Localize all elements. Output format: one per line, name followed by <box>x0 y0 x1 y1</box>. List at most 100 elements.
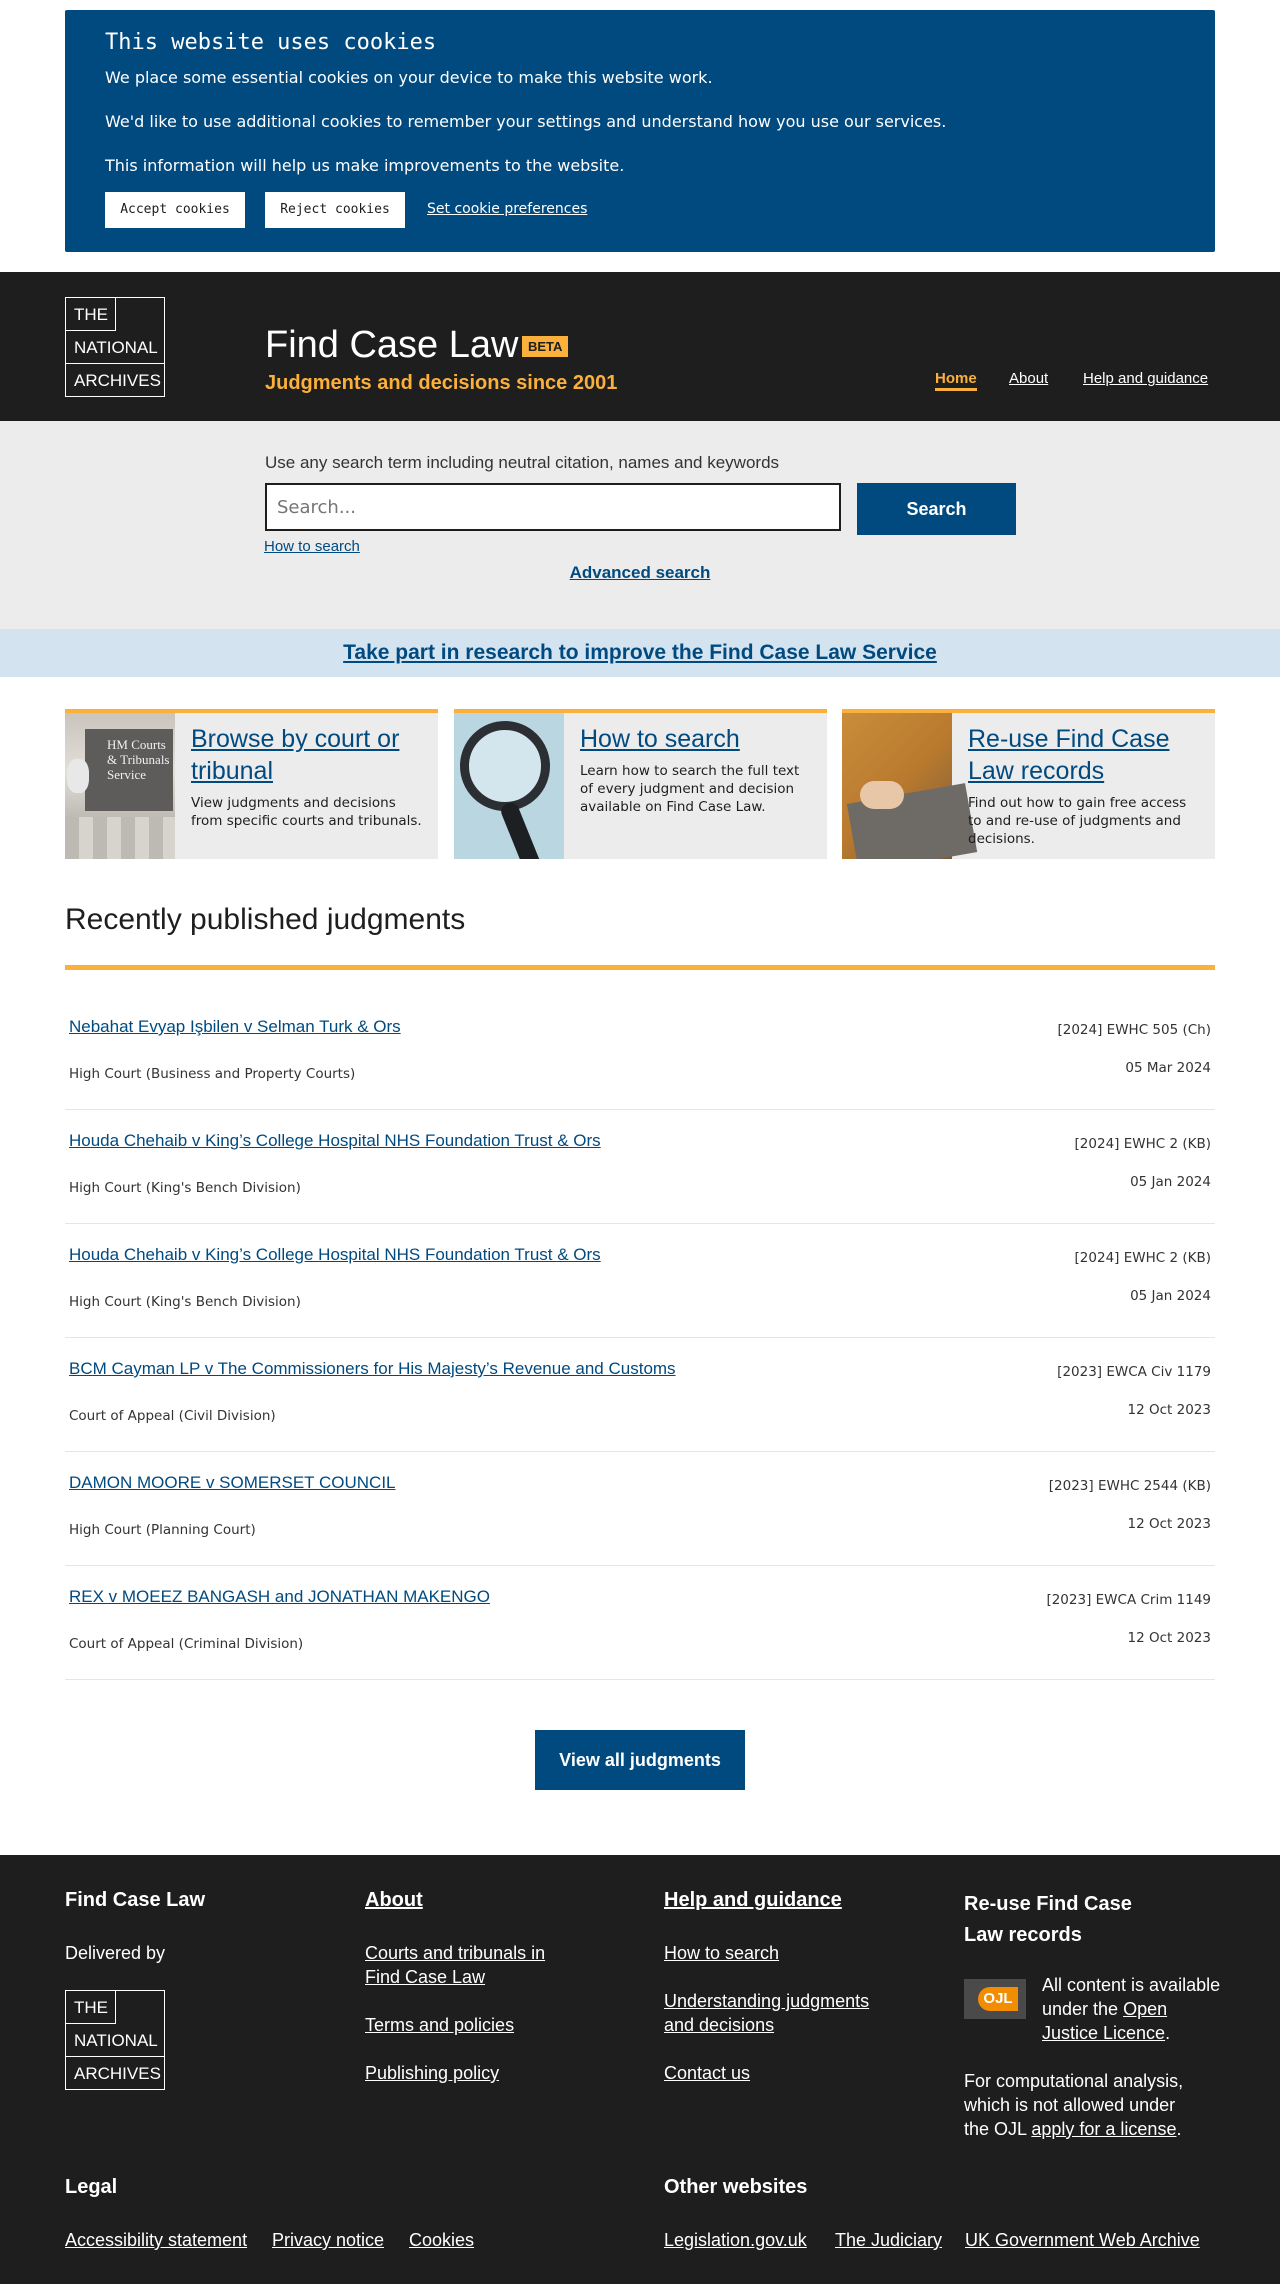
footer-heading-other-websites: Other websites <box>664 2176 808 2198</box>
card-title-browse[interactable]: Browse by court or tribunal <box>191 723 421 787</box>
footer-heading-legal: Legal <box>65 2176 118 2198</box>
laptop-typing-image <box>842 713 978 859</box>
logo-line-the: THE <box>66 1991 116 2024</box>
judgment-date: 05 Jan 2024 <box>1130 1174 1211 1190</box>
building-facade <box>65 817 175 859</box>
footer-terms-policies-link[interactable]: Terms and policies <box>365 2013 514 2037</box>
footer-ojl-text: All content is available under the Open … <box>1042 1973 1222 2045</box>
footer-heading-help: Help and guidance <box>664 1889 842 1912</box>
card-reuse-records: Re-use Find Case Law records Find out ho… <box>842 709 1215 859</box>
judgment-court: High Court (Planning Court) <box>69 1522 256 1538</box>
judgment-row: Nebahat Evyap Işbilen v Selman Turk & Or… <box>65 996 1215 1110</box>
footer-understanding-judgments-link[interactable]: Understanding judgments and decisions <box>664 1989 884 2037</box>
judgment-citation: [2024] EWHC 505 (Ch) <box>1057 1022 1211 1038</box>
logo-line-archives: ARCHIVES <box>74 2064 161 2083</box>
search-section: Use any search term including neutral ci… <box>0 421 1280 629</box>
judgment-link[interactable]: REX v MOEEZ BANGASH and JONATHAN MAKENGO <box>69 1587 490 1607</box>
judgment-date: 12 Oct 2023 <box>1127 1402 1211 1418</box>
search-hint: Use any search term including neutral ci… <box>265 453 780 472</box>
judgment-citation: [2023] EWCA Civ 1179 <box>1057 1364 1211 1380</box>
site-header: THE NATIONAL ARCHIVES Find Case Law BETA… <box>0 272 1280 421</box>
card-desc-how-to-search: Learn how to search the full text of eve… <box>580 763 800 815</box>
judgment-link[interactable]: BCM Cayman LP v The Commissioners for Hi… <box>69 1359 676 1379</box>
courts-tribunals-image: HM Courts & Tribunals Service <box>65 713 175 859</box>
cookies-link[interactable]: Cookies <box>409 2228 474 2252</box>
accept-cookies-button[interactable]: Accept cookies <box>105 192 245 228</box>
judgment-citation: [2024] EWHC 2 (KB) <box>1074 1136 1211 1152</box>
cookie-text-additional: We'd like to use additional cookies to r… <box>105 112 947 131</box>
judgment-row: REX v MOEEZ BANGASH and JONATHAN MAKENGO… <box>65 1566 1215 1680</box>
judgment-citation: [2023] EWHC 2544 (KB) <box>1048 1478 1211 1494</box>
footer-contact-us-link[interactable]: Contact us <box>664 2061 750 2085</box>
footer-publishing-policy-link[interactable]: Publishing policy <box>365 2061 499 2085</box>
footer-heading-about: About <box>365 1889 423 1912</box>
computational-text-after: . <box>1176 2119 1182 2139</box>
national-archives-logo[interactable]: THE NATIONAL ARCHIVES <box>65 297 165 397</box>
royal-crest-icon <box>67 759 89 793</box>
ojl-logo-icon: OJL <box>964 1979 1026 2019</box>
magnifier-lens <box>460 721 550 811</box>
beta-badge: BETA <box>522 336 569 357</box>
view-all-judgments-button[interactable]: View all judgments <box>535 1730 745 1790</box>
search-input[interactable] <box>265 483 841 531</box>
judgment-citation: [2023] EWCA Crim 1149 <box>1046 1592 1211 1608</box>
judgment-date: 05 Mar 2024 <box>1125 1060 1211 1076</box>
logo-line-national: NATIONAL <box>66 331 164 364</box>
card-title-reuse[interactable]: Re-use Find Case Law records <box>968 723 1198 787</box>
judgment-row: Houda Chehaib v King’s College Hospital … <box>65 1224 1215 1338</box>
ojl-badge: OJL <box>978 1987 1018 2011</box>
advanced-search-link[interactable]: Advanced search <box>570 563 711 582</box>
apply-license-link[interactable]: apply for a license <box>1031 2119 1176 2139</box>
privacy-notice-link[interactable]: Privacy notice <box>272 2228 384 2252</box>
advanced-search-container: Advanced search <box>0 563 1280 583</box>
cookie-banner: This website uses cookies We place some … <box>65 10 1215 252</box>
footer-national-archives-logo[interactable]: THE NATIONAL ARCHIVES <box>65 1990 165 2090</box>
judgment-court: Court of Appeal (Civil Division) <box>69 1408 276 1424</box>
judgment-citation: [2024] EWHC 2 (KB) <box>1074 1250 1211 1266</box>
nav-help-guidance[interactable]: Help and guidance <box>1083 370 1208 387</box>
site-footer: Find Case Law Delivered by THE NATIONAL … <box>0 1855 1280 2284</box>
footer-help-link[interactable]: Help and guidance <box>664 1889 842 1911</box>
footer-courts-tribunals-link[interactable]: Courts and tribunals in Find Case Law <box>365 1941 555 1989</box>
footer-how-to-search-link[interactable]: How to search <box>664 1941 779 1965</box>
footer-about-link[interactable]: About <box>365 1889 423 1911</box>
logo-line-national: NATIONAL <box>66 2024 164 2057</box>
footer-heading-reuse: Re-use Find Case Law records <box>964 1893 1132 1946</box>
nav-about[interactable]: About <box>1009 370 1048 387</box>
judgment-link[interactable]: Houda Chehaib v King’s College Hospital … <box>69 1245 601 1265</box>
card-how-to-search: How to search Learn how to search the fu… <box>454 709 827 859</box>
judgment-link[interactable]: Nebahat Evyap Işbilen v Selman Turk & Or… <box>69 1017 401 1037</box>
reject-cookies-button[interactable]: Reject cookies <box>265 192 405 228</box>
cookie-preferences-link[interactable]: Set cookie preferences <box>427 201 587 217</box>
magnifier-handle <box>498 800 544 859</box>
card-title-how-to-search[interactable]: How to search <box>580 723 810 755</box>
logo-line-the: THE <box>66 298 116 331</box>
card-desc-reuse: Find out how to gain free access to and … <box>968 795 1187 847</box>
cookie-text-improve: This information will help us make impro… <box>105 156 625 175</box>
nav-home[interactable]: Home <box>935 370 977 391</box>
judgment-link[interactable]: DAMON MOORE v SOMERSET COUNCIL <box>69 1473 396 1493</box>
logo-line-archives: ARCHIVES <box>74 371 161 390</box>
how-to-search-link[interactable]: How to search <box>264 538 360 555</box>
legislation-link[interactable]: Legislation.gov.uk <box>664 2228 807 2252</box>
judgment-row: DAMON MOORE v SOMERSET COUNCIL High Cour… <box>65 1452 1215 1566</box>
cookie-banner-title: This website uses cookies <box>105 30 437 55</box>
research-banner: Take part in research to improve the Fin… <box>0 629 1280 677</box>
judgment-row: BCM Cayman LP v The Commissioners for Hi… <box>65 1338 1215 1452</box>
recent-divider <box>65 965 1215 970</box>
judgment-link[interactable]: Houda Chehaib v King’s College Hospital … <box>69 1131 601 1151</box>
card-browse-court: HM Courts & Tribunals Service Browse by … <box>65 709 438 859</box>
recent-judgments-heading: Recently published judgments <box>65 903 466 936</box>
footer-heading-find-case-law: Find Case Law <box>65 1889 206 1911</box>
judgment-row: Houda Chehaib v King’s College Hospital … <box>65 1110 1215 1224</box>
web-archive-link[interactable]: UK Government Web Archive <box>965 2228 1200 2252</box>
research-link[interactable]: Take part in research to improve the Fin… <box>343 641 937 664</box>
footer-delivered-by: Delivered by <box>65 1943 166 1963</box>
accessibility-statement-link[interactable]: Accessibility statement <box>65 2228 247 2252</box>
judgment-date: 05 Jan 2024 <box>1130 1288 1211 1304</box>
magnifying-glass-image <box>454 713 564 859</box>
judiciary-link[interactable]: The Judiciary <box>835 2228 942 2252</box>
search-button[interactable]: Search <box>857 483 1016 535</box>
site-title[interactable]: Find Case Law <box>265 324 518 367</box>
cookie-text-essential: We place some essential cookies on your … <box>105 68 713 87</box>
